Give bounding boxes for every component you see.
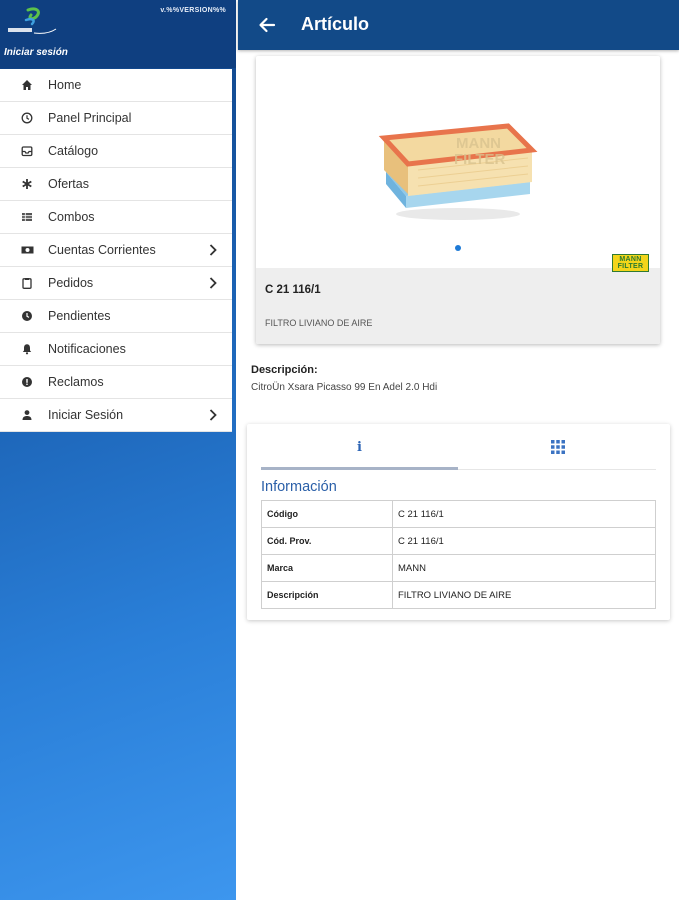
menu-item-reclamos[interactable]: Reclamos <box>0 366 232 399</box>
asterisk-icon <box>20 177 34 191</box>
menu-item-panel-principal[interactable]: Panel Principal <box>0 102 232 135</box>
watermark-line: MANN <box>456 135 501 152</box>
drawer-header: v.%%VERSION%% Iniciar sesión <box>0 0 236 68</box>
menu-item-label: Pedidos <box>48 276 94 290</box>
menu-item-label: Combos <box>48 210 95 224</box>
carousel-indicator-dot[interactable] <box>455 245 461 251</box>
inbox-icon <box>20 144 34 158</box>
table-row: Código C 21 116/1 <box>261 500 656 528</box>
table-row: Marca MANN <box>261 554 656 582</box>
product-card: MANN FILTER C 21 116/1 FILTRO LIVIANO DE… <box>256 56 660 344</box>
product-card-footer: C 21 116/1 FILTRO LIVIANO DE AIRE <box>256 268 660 344</box>
table-value: C 21 116/1 <box>392 500 656 528</box>
alert-icon <box>20 375 34 389</box>
table-key: Descripción <box>261 581 393 609</box>
back-arrow-icon[interactable] <box>256 14 278 36</box>
table-value: FILTRO LIVIANO DE AIRE <box>392 581 656 609</box>
menu-item-cuentas-corrientes[interactable]: Cuentas Corrientes <box>0 234 232 267</box>
tab-bar: i <box>261 424 656 470</box>
menu-item-notificaciones[interactable]: Notificaciones <box>0 333 232 366</box>
table-row: Descripción FILTRO LIVIANO DE AIRE <box>261 581 656 609</box>
app-version: v.%%VERSION%% <box>160 7 226 14</box>
table-row: Cód. Prov. C 21 116/1 <box>261 527 656 555</box>
menu-item-label: Cuentas Corrientes <box>48 243 156 257</box>
table-icon <box>20 210 34 224</box>
menu-item-ofertas[interactable]: Ofertas <box>0 168 232 201</box>
menu-item-pedidos[interactable]: Pedidos <box>0 267 232 300</box>
menu-item-home[interactable]: Home <box>0 69 232 102</box>
tab-information[interactable]: i <box>261 424 458 470</box>
company-logo <box>8 7 57 34</box>
menu-item-label: Notificaciones <box>48 342 126 356</box>
grid-icon <box>550 440 565 454</box>
info-card: i Información Código C 21 116/1 Cód. Pro… <box>247 424 670 620</box>
table-key: Cód. Prov. <box>261 527 393 555</box>
chevron-right-icon <box>209 277 217 289</box>
menu-item-pendientes[interactable]: Pendientes <box>0 300 232 333</box>
info-table: Código C 21 116/1 Cód. Prov. C 21 116/1 … <box>261 500 656 609</box>
drawer-login-title: Iniciar sesión <box>4 47 68 58</box>
person-icon <box>20 408 34 422</box>
watermark-line: FILTER <box>454 151 506 168</box>
brand-logo: MANN FILTER <box>612 254 649 272</box>
table-value: C 21 116/1 <box>392 527 656 555</box>
description-text: CitroÜn Xsara Picasso 99 En Adel 2.0 Hdi <box>251 382 438 393</box>
drawer-menu: Home Panel Principal Catálogo Ofertas Co… <box>0 69 232 432</box>
product-image[interactable]: MANN FILTER <box>378 118 538 224</box>
table-key: Código <box>261 500 393 528</box>
menu-item-catalogo[interactable]: Catálogo <box>0 135 232 168</box>
menu-item-label: Pendientes <box>48 309 111 323</box>
menu-item-label: Ofertas <box>48 177 89 191</box>
menu-item-label: Iniciar Sesión <box>48 408 124 422</box>
menu-item-iniciar-sesion[interactable]: Iniciar Sesión <box>0 399 232 432</box>
product-name: FILTRO LIVIANO DE AIRE <box>265 318 373 328</box>
menu-item-label: Reclamos <box>48 375 104 389</box>
menu-item-combos[interactable]: Combos <box>0 201 232 234</box>
clock-filled-icon <box>20 309 34 323</box>
money-icon <box>20 243 34 257</box>
page-title: Artículo <box>301 14 370 34</box>
section-title: Información <box>261 479 337 495</box>
bell-icon <box>20 342 34 356</box>
description-label: Descripción: <box>251 364 318 376</box>
chevron-right-icon <box>209 409 217 421</box>
chevron-right-icon <box>209 244 217 256</box>
menu-item-label: Catálogo <box>48 144 99 158</box>
table-key: Marca <box>261 554 393 582</box>
navigation-drawer: v.%%VERSION%% Iniciar sesión Home Panel … <box>0 0 236 900</box>
product-code: C 21 116/1 <box>265 284 321 296</box>
clipboard-icon <box>20 276 34 290</box>
table-value: MANN <box>392 554 656 582</box>
app-bar: Artículo <box>238 0 679 50</box>
tab-grid[interactable] <box>459 424 656 470</box>
menu-item-label: Home <box>48 78 82 92</box>
menu-item-label: Panel Principal <box>48 111 132 125</box>
clock-icon <box>20 111 34 125</box>
home-icon <box>20 78 34 92</box>
tab-active-indicator <box>261 467 458 470</box>
info-icon: i <box>357 439 362 455</box>
